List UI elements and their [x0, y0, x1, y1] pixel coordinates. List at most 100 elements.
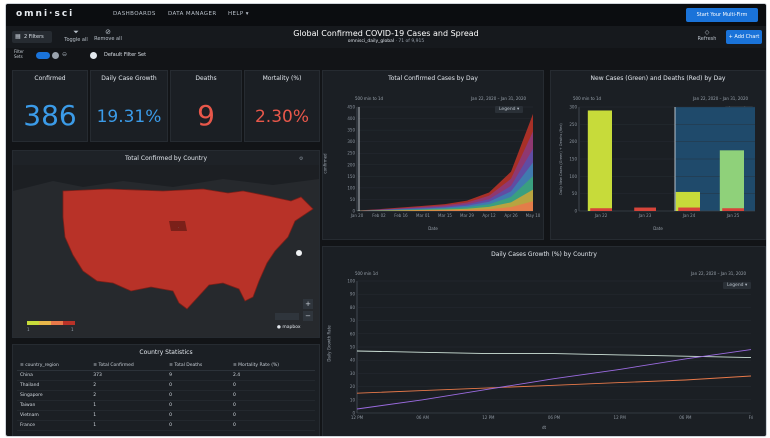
- table-row[interactable]: France 1 0 0: [17, 420, 315, 431]
- new-cases-ylabel: Daily New Cases (Green) + Deaths (Red): [559, 123, 563, 195]
- growth-ylabel: Daily Growth Rate: [326, 325, 332, 362]
- table-row[interactable]: Thailand 2 0 0: [17, 380, 315, 391]
- new-cases-chart[interactable]: 0 50 100 150 200 250 300 Jan 22 Jan 23 Jan 24 Jan …: [551, 71, 765, 239]
- y-tick-label: 350: [347, 128, 355, 133]
- zoom-out-button[interactable]: −: [303, 311, 313, 321]
- cell-deaths: 0: [166, 410, 230, 421]
- cell-mortality: 0: [229, 400, 315, 411]
- x-tick-label: 12 PM: [482, 415, 495, 420]
- us-map[interactable]: ·: [13, 151, 319, 337]
- filter-set-radio[interactable]: [90, 52, 97, 59]
- growth-chart[interactable]: 010203040506070809010012 PM 06 AM 12 PM 06 …: [323, 247, 765, 437]
- cell-country: Vietnam: [17, 410, 91, 421]
- top-navbar: omni·sci DASHBOARDS DATA MANAGER HELP ▾ …: [6, 4, 766, 27]
- stats-title: Country Statistics: [139, 349, 193, 356]
- cell-country: France: [17, 420, 91, 431]
- nav-data-manager[interactable]: DATA MANAGER: [168, 11, 217, 17]
- kpi-daily-growth-label: Daily Case Growth: [101, 75, 157, 82]
- kpi-deaths-value: 9: [197, 99, 215, 132]
- x-tick-label: 06 PM: [679, 415, 692, 420]
- zoom-in-button[interactable]: +: [303, 299, 313, 309]
- kpi-mortality[interactable]: Mortality (%) 2.30%: [244, 70, 320, 142]
- dashboard-titlebar: ▦ 2 Filters ⏷ Toggle all ⊘ Remove all Gl…: [6, 26, 766, 49]
- kpi-confirmed-label: Confirmed: [34, 75, 66, 82]
- map-panel: Total Confirmed by Country ⚙ Zoom to · 1…: [12, 150, 320, 338]
- x-tick-label: 06 AM: [416, 415, 429, 420]
- cell-confirmed: 1: [90, 410, 167, 421]
- y-tick-label: 100: [347, 279, 355, 284]
- col-total-deaths[interactable]: ≡ Total Deaths: [166, 361, 230, 371]
- y-tick-label: 250: [347, 151, 355, 156]
- y-tick-label: 80: [350, 305, 356, 310]
- series-line: [356, 350, 752, 359]
- kpi-daily-growth[interactable]: Daily Case Growth 19.31%: [90, 70, 168, 142]
- y-tick-label: 300: [569, 105, 577, 110]
- table-row[interactable]: China 373 9 2.4: [17, 370, 315, 381]
- kpi-confirmed[interactable]: Confirmed 386: [12, 70, 88, 142]
- cell-mortality: 0: [229, 420, 315, 431]
- filter-toggle[interactable]: [36, 52, 50, 59]
- cell-mortality: 0: [229, 410, 315, 421]
- kpi-mortality-label: Mortality (%): [262, 75, 302, 82]
- cell-confirmed: 1: [90, 420, 167, 431]
- stats-table: ≡ country_region ≡ Total Confirmed ≡ Tot…: [17, 361, 315, 431]
- total-cases-panel: Total Confirmed Cases by Day 500 min to …: [322, 70, 544, 240]
- cell-country: Thailand: [17, 380, 91, 391]
- y-tick-label: 250: [569, 122, 577, 127]
- kpi-confirmed-value: 386: [23, 99, 77, 132]
- y-tick-label: 100: [347, 185, 355, 190]
- kpi-deaths[interactable]: Deaths 9: [170, 70, 242, 142]
- x-tick-label: 12 PM: [351, 415, 364, 420]
- col-mortality[interactable]: ≡ Mortality Rate (%): [229, 361, 315, 371]
- mapbox-label: mapbox: [282, 325, 301, 330]
- default-filter-set[interactable]: Default Filter Set: [104, 52, 146, 58]
- y-tick-label: 50: [350, 345, 356, 350]
- x-tick-label: Mar 15: [438, 213, 452, 218]
- nav-help[interactable]: HELP ▾: [228, 11, 249, 17]
- new-cases-xlabel: Date: [653, 226, 663, 231]
- col-total-confirmed[interactable]: ≡ Total Confirmed: [90, 361, 167, 371]
- table-row[interactable]: Vietnam 1 0 0: [17, 410, 315, 421]
- cell-confirmed: 2: [90, 390, 167, 401]
- x-tick-label: Jan 25: [726, 213, 740, 218]
- filter-set-options-icon[interactable]: ⊖: [62, 51, 67, 58]
- nav-dashboards[interactable]: DASHBOARDS: [113, 11, 156, 17]
- cell-confirmed: 373: [90, 370, 167, 381]
- y-tick-label: 400: [347, 116, 355, 121]
- start-trial-button[interactable]: Start Your Multi-Firm: [686, 8, 758, 22]
- bar-deaths: [722, 208, 744, 211]
- total-cases-chart[interactable]: 050100150200250300350400450Jan 20 Feb 02 F…: [323, 71, 543, 239]
- table-row[interactable]: Singapore 2 0 0: [17, 390, 315, 401]
- add-chart-button[interactable]: + Add Chart: [726, 30, 762, 44]
- kpi-daily-growth-value: 19.31%: [96, 107, 162, 127]
- cell-confirmed: 1: [90, 400, 167, 411]
- cell-country: China: [17, 370, 91, 381]
- col-country[interactable]: ≡ country_region: [17, 361, 91, 371]
- table-row[interactable]: Taiwan 1 0 0: [17, 400, 315, 411]
- subtitle-table[interactable]: omnisci_daily_global: [348, 39, 394, 44]
- x-tick-label: Mar 01: [416, 213, 430, 218]
- refresh-button[interactable]: ◇ Refresh: [694, 29, 720, 42]
- bar-deaths: [678, 207, 700, 211]
- y-tick-label: 150: [569, 157, 577, 162]
- country-stats-panel: Country Statistics ≡ country_region ≡ To…: [12, 344, 320, 436]
- stats-header-row: ≡ country_region ≡ Total Confirmed ≡ Tot…: [17, 361, 315, 371]
- cell-country: Taiwan: [17, 400, 91, 411]
- x-tick-label: Apr 12: [482, 213, 496, 218]
- map-search-input[interactable]: [275, 313, 299, 320]
- y-tick-label: 150: [347, 174, 355, 179]
- cell-country: Singapore: [17, 390, 91, 401]
- growth-xlabel: dt: [541, 425, 547, 430]
- total-cases-xlabel: Date: [428, 226, 438, 231]
- total-cases-ylabel: confirmed: [322, 153, 328, 174]
- dashboard-subtitle: omnisci_daily_global · 71 of 9,915: [6, 39, 766, 44]
- filter-set-dot[interactable]: [52, 52, 59, 59]
- x-tick-label: Jan 24: [682, 213, 696, 218]
- bar-deaths: [634, 207, 656, 211]
- cell-deaths: 0: [166, 420, 230, 431]
- x-tick-label: May 10: [526, 213, 541, 218]
- x-tick-label: Feb 02: [372, 213, 386, 218]
- kpi-mortality-value: 2.30%: [254, 107, 309, 127]
- bar-new-cases: [719, 150, 744, 211]
- x-tick-label: Feb 16: [394, 213, 408, 218]
